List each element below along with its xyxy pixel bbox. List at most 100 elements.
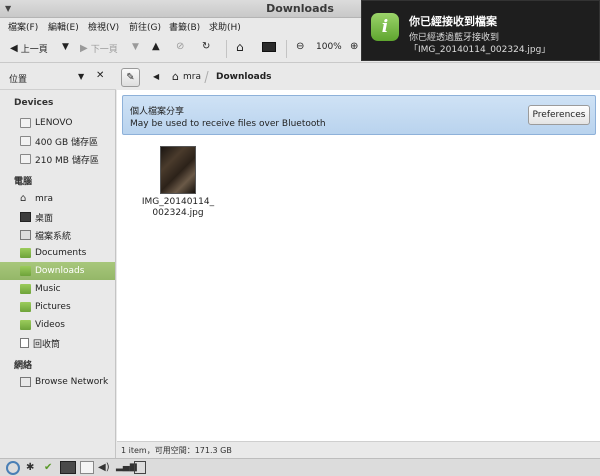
bluetooth-icon[interactable]: ✱ — [26, 461, 34, 474]
file-name-line1: IMG_20140114_ — [141, 197, 215, 207]
trash-icon — [20, 338, 29, 348]
edit-location-button[interactable]: ✎ — [121, 68, 140, 87]
sidebar-item-videos[interactable]: Videos — [0, 316, 115, 334]
section-computer: 電腦 — [14, 177, 33, 187]
section-devices: Devices — [14, 98, 54, 108]
sidebar-item-label: Browse Network — [35, 377, 109, 387]
sidebar-item-label: Downloads — [35, 266, 85, 276]
image-thumbnail — [160, 146, 196, 194]
sidebar-item-filesystem[interactable]: 檔案系統 — [0, 226, 115, 244]
home-icon[interactable]: ⌂ — [236, 41, 244, 53]
sidebar-item-downloads[interactable]: Downloads — [0, 262, 115, 280]
file-manager-window: ▼ Downloads 檔案(F) 編輯(E) 檢視(V) 前往(G) 書籤(B… — [0, 0, 600, 458]
keyboard-icon[interactable] — [80, 461, 94, 474]
file-name-line2: 002324.jpg — [152, 208, 204, 218]
sidebar-item-label: Pictures — [35, 302, 71, 312]
folder-icon — [20, 284, 31, 294]
sidebar-header: 位置 ▼ ✕ — [0, 64, 116, 90]
menu-file[interactable]: 檔案(F) — [8, 20, 38, 33]
menu-help[interactable]: 求助(H) — [209, 20, 241, 33]
up-arrow-icon[interactable]: ▲ — [152, 42, 160, 52]
home-icon: ⌂ — [172, 70, 179, 83]
back-history-dropdown-icon[interactable]: ▼ — [62, 42, 69, 52]
back-label: 上一頁 — [20, 45, 48, 55]
bluetooth-share-banner: 個人檔案分享 May be used to receive files over… — [122, 95, 596, 135]
desktop-icon — [20, 212, 31, 222]
volume-icon[interactable]: ◀) — [98, 461, 110, 474]
file-view[interactable]: 個人檔案分享 May be used to receive files over… — [117, 90, 600, 441]
zoom-in-icon[interactable]: ⊕ — [350, 42, 358, 52]
sidebar-item-label: Videos — [35, 320, 65, 330]
taskbar: ✱ ✔ ◀) ▂▄▆ — [0, 458, 600, 476]
sidebar-item-browse-network[interactable]: Browse Network — [0, 373, 115, 391]
status-text: 1 item，可用空間：171.3 GB — [121, 446, 232, 455]
arrow-right-icon: ▶ — [80, 42, 88, 54]
back-button[interactable]: ◀ 上一頁 — [10, 42, 48, 55]
sidebar-item-lenovo[interactable]: LENOVO — [0, 114, 115, 132]
sidebar-item-label: 桌面 — [35, 213, 54, 224]
menu-view[interactable]: 檢視(V) — [88, 20, 119, 33]
sidebar-item-music[interactable]: Music — [0, 280, 115, 298]
shield-icon[interactable]: ✔ — [44, 461, 52, 474]
section-network: 網絡 — [14, 361, 33, 371]
sidebar-item-home[interactable]: ⌂ mra — [0, 190, 115, 208]
folder-icon — [20, 320, 31, 330]
notification-line2: 「IMG_20140114_002324.jpg」 — [409, 45, 551, 55]
sidebar-item-label: 400 GB 儲存區 — [35, 137, 99, 148]
stop-icon[interactable]: ⊘ — [176, 42, 184, 52]
sidebar-item-label: LENOVO — [35, 118, 73, 128]
sidebar-item-label: Music — [35, 284, 61, 294]
drive-icon — [20, 136, 31, 146]
sidebar-item-label: Documents — [35, 248, 87, 258]
forward-history-dropdown-icon[interactable]: ▼ — [132, 42, 139, 52]
sidebar-item-label: 回收筒 — [33, 339, 61, 350]
network-manager-icon[interactable] — [6, 461, 20, 475]
computer-icon[interactable] — [262, 42, 276, 52]
close-sidebar-icon[interactable]: ✕ — [96, 70, 104, 81]
sidebar-type-dropdown-icon[interactable]: ▼ — [78, 72, 84, 81]
forward-button[interactable]: ▶ 下一頁 — [80, 42, 118, 55]
pencil-icon: ✎ — [126, 72, 135, 83]
banner-text: May be used to receive files over Blueto… — [130, 119, 326, 129]
banner-title: 個人檔案分享 — [130, 107, 185, 117]
drive-icon — [20, 154, 31, 164]
forward-label: 下一頁 — [90, 45, 118, 55]
file-item[interactable]: IMG_20140114_ 002324.jpg — [139, 146, 217, 219]
battery-icon[interactable] — [134, 461, 146, 474]
sidebar-item-trash[interactable]: 回收筒 — [0, 334, 115, 352]
breadcrumb-current[interactable]: Downloads — [216, 72, 272, 82]
sidebar-item-pictures[interactable]: Pictures — [0, 298, 115, 316]
sidebar-item-documents[interactable]: Documents — [0, 244, 115, 262]
menu-edit[interactable]: 編輯(E) — [48, 20, 79, 33]
breadcrumb-home[interactable]: ⌂ mra — [172, 70, 201, 83]
home-icon: ⌂ — [20, 193, 27, 204]
sidebar-item-desktop[interactable]: 桌面 — [0, 208, 115, 226]
location-bar: ✎ ◀ ⌂ mra Downloads — [116, 64, 600, 90]
sidebar-item-210mb[interactable]: 210 MB 儲存區 — [0, 150, 115, 168]
info-icon: i — [371, 13, 399, 41]
status-bar: 1 item，可用空間：171.3 GB — [117, 441, 600, 458]
menu-bookmarks[interactable]: 書籤(B) — [169, 20, 200, 33]
breadcrumb-home-label: mra — [182, 71, 201, 82]
sidebar-header-label: 位置 — [9, 75, 28, 85]
menu-go[interactable]: 前往(G) — [129, 20, 161, 33]
sidebar-item-label: mra — [35, 194, 53, 204]
toolbar-separator — [286, 40, 287, 58]
folder-icon — [20, 266, 31, 276]
sidebar-item-400gb[interactable]: 400 GB 儲存區 — [0, 132, 115, 150]
sidebar-item-label: 檔案系統 — [35, 231, 72, 242]
reload-icon[interactable]: ↻ — [202, 42, 210, 52]
zoom-out-icon[interactable]: ⊖ — [296, 42, 304, 52]
folder-icon — [20, 302, 31, 312]
drive-icon — [20, 118, 31, 128]
zoom-level: 100% — [316, 42, 342, 52]
notification-popup[interactable]: i 你已經接收到檔案 你已經透過藍牙接收到 「IMG_20140114_0023… — [361, 0, 600, 61]
sidebar: Devices LENOVO 400 GB 儲存區 210 MB 儲存區 電腦 … — [0, 90, 116, 458]
notification-title: 你已經接收到檔案 — [409, 15, 497, 28]
preferences-button[interactable]: Preferences — [528, 105, 590, 125]
breadcrumb-left-icon[interactable]: ◀ — [153, 72, 159, 81]
breadcrumb-separator — [204, 71, 214, 83]
network-icon — [20, 377, 31, 387]
file-name: IMG_20140114_ 002324.jpg — [139, 197, 217, 219]
screen-icon[interactable] — [60, 461, 76, 474]
